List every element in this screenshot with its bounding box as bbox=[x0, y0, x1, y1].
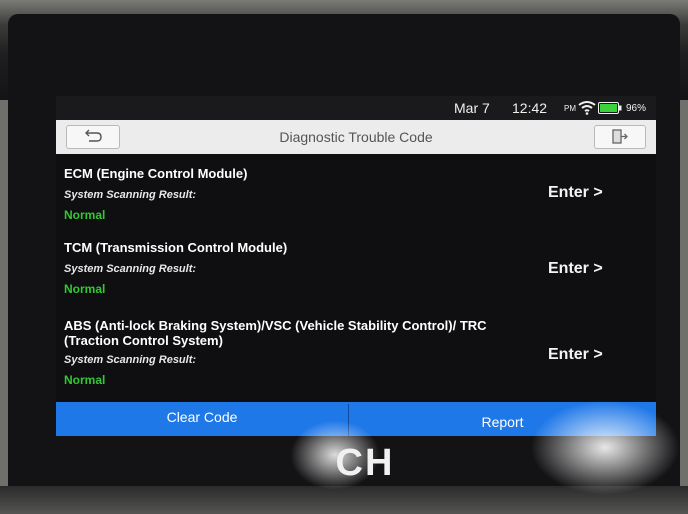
status-time: 12:42 bbox=[512, 100, 548, 116]
page-title: Diagnostic Trouble Code bbox=[279, 129, 433, 145]
exit-icon bbox=[612, 129, 628, 144]
wifi-icon bbox=[578, 101, 596, 115]
scan-result-status: Normal bbox=[64, 282, 106, 296]
module-name: TCM (Transmission Control Module) bbox=[64, 240, 288, 255]
title-bar: Diagnostic Trouble Code bbox=[56, 120, 656, 154]
scan-result-label: System Scanning Result: bbox=[64, 263, 197, 275]
status-date: Mar 7 bbox=[454, 100, 490, 116]
battery-icon bbox=[598, 102, 622, 114]
enter-abs-button[interactable]: Enter > bbox=[548, 346, 603, 364]
module-name: ECM (Engine Control Module) bbox=[64, 166, 248, 181]
device-brand-logo: CH bbox=[335, 442, 395, 484]
diagnostic-screen: Mar 7 12:42 PM 96% Diagnostic Trouble Co… bbox=[56, 96, 656, 436]
scan-result-label: System Scanning Result: bbox=[64, 189, 197, 201]
module-name: ABS (Anti-lock Braking System)/VSC (Vehi… bbox=[64, 318, 487, 348]
battery-percentage: 96% bbox=[626, 103, 647, 114]
status-bar: Mar 7 12:42 PM 96% bbox=[56, 96, 656, 120]
scan-result-status: Normal bbox=[64, 373, 106, 387]
module-row-tcm: TCM (Transmission Control Module) System… bbox=[56, 240, 656, 300]
exit-button[interactable] bbox=[594, 125, 646, 149]
scan-result-status: Normal bbox=[64, 208, 106, 222]
scan-result-label: System Scanning Result: bbox=[64, 354, 197, 366]
light-glare bbox=[530, 400, 680, 495]
enter-ecm-button[interactable]: Enter > bbox=[548, 184, 603, 202]
enter-tcm-button[interactable]: Enter > bbox=[548, 260, 603, 278]
status-ampm: PM bbox=[564, 104, 576, 113]
module-row-ecm: ECM (Engine Control Module) System Scann… bbox=[56, 166, 656, 226]
module-row-abs: ABS (Anti-lock Braking System)/VSC (Vehi… bbox=[56, 318, 656, 394]
